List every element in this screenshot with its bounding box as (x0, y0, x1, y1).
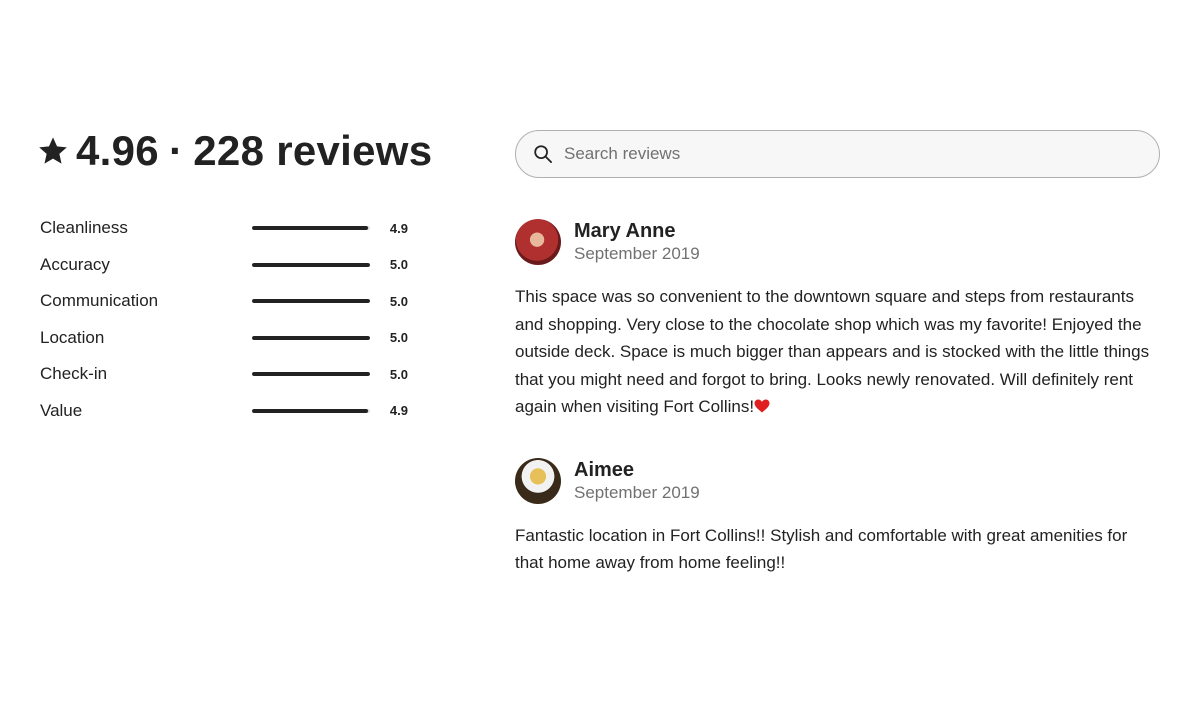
search-input[interactable] (562, 130, 1159, 178)
avatar[interactable] (515, 457, 561, 504)
search-icon (534, 145, 552, 163)
rating-row-cleanliness: Cleanliness 4.9 (40, 210, 410, 247)
rating-label: Check-in (40, 364, 108, 384)
review-text: This space was so convenient to the down… (515, 287, 1150, 416)
separator: · (168, 127, 184, 174)
review-text: Fantastic location in Fort Collins!! Sty… (515, 525, 1128, 573)
rating-bar-fill (252, 299, 370, 304)
rating-row-location: Location 5.0 (40, 320, 410, 357)
summary-title: 4.96 · 228 reviews (76, 127, 432, 175)
rating-row-communication: Communication 5.0 (40, 283, 410, 320)
rating-value: 5.0 (389, 330, 408, 346)
rating-label: Communication (40, 291, 159, 311)
rating-bar-fill (252, 372, 370, 377)
category-ratings: Cleanliness 4.9 Accuracy 5.0 Communicati… (40, 210, 410, 429)
rating-row-value: Value 4.9 (40, 393, 410, 430)
review-date: September 2019 (574, 482, 700, 502)
rating-bar (252, 408, 370, 413)
rating-bar (252, 262, 370, 267)
rating-bar-fill (252, 262, 370, 267)
star-icon (39, 137, 67, 164)
rating-bar (252, 335, 370, 340)
overall-rating: 4.96 (76, 127, 159, 174)
reviewer-name: Aimee (574, 458, 635, 481)
rating-value: 5.0 (389, 366, 408, 382)
rating-bar (252, 226, 370, 231)
rating-label: Value (40, 400, 83, 420)
rating-row-check-in: Check-in 5.0 (40, 356, 410, 393)
reviewer-info: Aimee September 2019 (574, 458, 700, 504)
reviewer-name: Mary Anne (574, 220, 676, 242)
reviewer-info: Mary Anne September 2019 (574, 219, 700, 265)
rating-label: Location (40, 327, 105, 347)
review-text-container: This space was so convenient to the down… (515, 283, 1155, 421)
rating-value: 5.0 (389, 257, 408, 273)
rating-value: 4.9 (389, 403, 408, 419)
review-header: Mary Anne September 2019 (515, 218, 1155, 266)
rating-bar-fill (252, 226, 368, 231)
rating-row-accuracy: Accuracy 5.0 (40, 247, 410, 284)
rating-label: Accuracy (40, 254, 110, 274)
review-item: Aimee September 2019 Fantastic location … (515, 457, 1155, 577)
heart-icon (754, 399, 770, 413)
rating-summary: 4.96 · 228 reviews (38, 124, 432, 178)
rating-bar-fill (252, 335, 370, 340)
review-item: Mary Anne September 2019 This space was … (515, 218, 1155, 421)
review-date: September 2019 (574, 244, 700, 263)
rating-bar (252, 299, 370, 304)
rating-value: 4.9 (389, 220, 408, 236)
search-reviews-box[interactable] (515, 130, 1160, 178)
rating-bar (252, 372, 370, 377)
avatar[interactable] (515, 219, 561, 265)
review-header: Aimee September 2019 (515, 457, 1155, 505)
reviews-list: Mary Anne September 2019 This space was … (515, 218, 1155, 613)
reviews-count: 228 reviews (193, 127, 433, 174)
rating-bar-fill (252, 408, 368, 413)
rating-label: Cleanliness (40, 218, 128, 238)
rating-value: 5.0 (389, 293, 408, 309)
reviews-section: 4.96 · 228 reviews Cleanliness 4.9 Accurac… (0, 0, 1200, 720)
